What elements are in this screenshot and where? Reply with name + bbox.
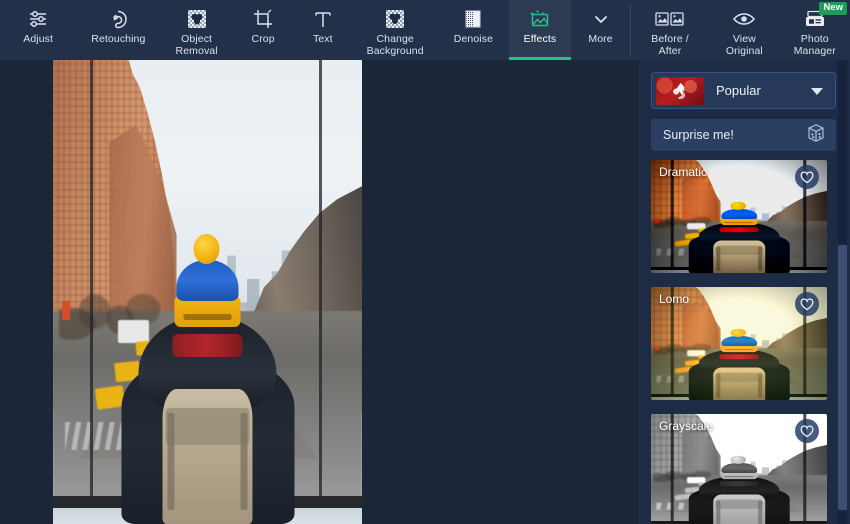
button-before-after-label: Before / After — [651, 33, 689, 57]
heart-icon[interactable] — [795, 165, 819, 189]
photo-preview[interactable] — [53, 60, 362, 524]
chevron-down-icon[interactable] — [811, 82, 823, 100]
tab-object-removal[interactable]: Object Removal — [160, 0, 232, 60]
tab-text[interactable]: Text — [293, 0, 352, 60]
tab-denoise-label: Denoise — [453, 33, 494, 45]
face-retouch-icon — [103, 7, 133, 31]
tab-object-removal-label: Object Removal — [175, 33, 218, 57]
tab-denoise[interactable]: Denoise — [438, 0, 508, 60]
denoise-icon — [458, 7, 488, 31]
effects-icon — [525, 7, 555, 31]
tab-change-background[interactable]: Change Background — [352, 0, 438, 60]
tab-more-label: More — [588, 33, 613, 45]
surprise-me-button[interactable]: Surprise me! — [651, 119, 836, 151]
editor-canvas[interactable] — [0, 60, 637, 524]
before-after-icon — [655, 7, 685, 31]
heart-icon[interactable] — [795, 292, 819, 316]
tab-text-label: Text — [312, 33, 333, 45]
effect-card-label: Lomo — [659, 292, 690, 306]
effects-list: Dramatic Lomo Grayscale — [651, 160, 836, 524]
heart-icon[interactable] — [795, 419, 819, 443]
tab-change-background-label: Change Background — [366, 33, 424, 57]
button-view-original[interactable]: View Original — [709, 0, 779, 60]
tab-effects-label: Effects — [523, 33, 557, 45]
top-toolbar: Adjust Retouching Object Removal Crop Te… — [0, 0, 850, 60]
object-removal-icon — [182, 7, 212, 31]
flame-icon — [656, 76, 704, 105]
tab-adjust[interactable]: Adjust — [0, 0, 76, 60]
eye-icon — [729, 7, 759, 31]
button-view-original-label: View Original — [725, 33, 763, 57]
tab-retouching-label: Retouching — [91, 33, 146, 45]
crop-icon — [248, 7, 278, 31]
effect-card-dramatic[interactable]: Dramatic — [651, 160, 827, 273]
effect-card-lomo[interactable]: Lomo — [651, 287, 827, 400]
photo-editor-window: Adjust Retouching Object Removal Crop Te… — [0, 0, 850, 524]
text-icon — [308, 7, 338, 31]
effects-scrollbar-thumb[interactable] — [838, 245, 847, 510]
tab-crop[interactable]: Crop — [233, 0, 294, 60]
button-before-after[interactable]: Before / After — [631, 0, 709, 60]
effect-category-dropdown[interactable]: Popular — [651, 72, 836, 109]
chevron-down-icon — [586, 7, 616, 31]
effect-card-label: Dramatic — [659, 165, 708, 179]
dice-icon — [806, 123, 826, 148]
tab-effects[interactable]: Effects — [508, 0, 572, 60]
effect-card-label: Grayscale — [659, 419, 714, 433]
tab-retouching[interactable]: Retouching — [76, 0, 160, 60]
effect-category-value: Popular — [716, 83, 761, 98]
tab-crop-label: Crop — [251, 33, 275, 45]
new-badge: New — [819, 2, 847, 15]
sliders-icon — [23, 7, 53, 31]
tab-more[interactable]: More — [571, 0, 630, 60]
button-photo-manager[interactable]: New Photo Manager — [780, 0, 850, 60]
change-background-icon — [380, 7, 410, 31]
surprise-me-label: Surprise me! — [663, 128, 734, 142]
effects-panel: Popular Surprise me! Dramatic Lomo Grays… — [637, 60, 850, 524]
button-photo-manager-label: Photo Manager — [793, 33, 836, 57]
effect-card-grayscale[interactable]: Grayscale — [651, 414, 827, 524]
tab-adjust-label: Adjust — [23, 33, 54, 45]
photo-image — [53, 60, 362, 524]
